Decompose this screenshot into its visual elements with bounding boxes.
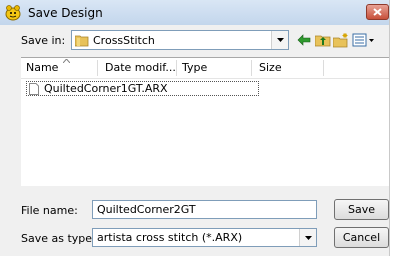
new-folder-icon	[333, 32, 348, 47]
cancel-button[interactable]: Cancel	[334, 227, 389, 248]
column-header-size[interactable]: Size	[259, 58, 282, 78]
column-header-type[interactable]: Type	[182, 58, 207, 78]
header-divider	[21, 78, 389, 79]
app-icon	[4, 4, 22, 21]
column-divider	[251, 60, 252, 76]
close-button[interactable]	[366, 4, 389, 20]
file-icon	[29, 83, 39, 95]
save-as-type-dropdown[interactable]: artista cross stitch (*.ARX)	[92, 228, 317, 247]
save-as-type-value: artista cross stitch (*.ARX)	[97, 231, 243, 244]
chevron-down-icon[interactable]	[299, 229, 316, 246]
close-icon	[373, 8, 382, 16]
save-in-label: Save in:	[21, 34, 66, 47]
save-as-type-label: Save as type:	[21, 232, 96, 245]
column-divider	[176, 60, 177, 76]
view-menu-button[interactable]	[351, 31, 377, 49]
sort-ascending-icon	[63, 59, 70, 63]
file-name-label: File name:	[21, 204, 78, 217]
column-divider	[97, 60, 98, 76]
chevron-down-icon[interactable]	[271, 31, 288, 49]
dialog-title: Save Design	[28, 6, 103, 20]
column-header-name[interactable]: Name	[26, 58, 58, 78]
up-folder-icon	[314, 35, 330, 47]
save-design-dialog: Save Design Save in: CrossStitch Name Da…	[0, 0, 390, 256]
file-list[interactable]: Name Date modif... Type Size QuiltedCorn…	[21, 57, 389, 186]
save-in-value: CrossStitch	[93, 34, 155, 47]
back-arrow-icon	[297, 34, 310, 46]
title-bar: Save Design	[0, 0, 389, 25]
save-in-dropdown[interactable]: CrossStitch	[71, 30, 289, 50]
view-menu-icon	[352, 33, 374, 47]
folder-icon	[74, 34, 89, 50]
file-name-text: QuiltedCorner1GT.ARX	[44, 82, 168, 95]
file-name-input[interactable]: QuiltedCorner2GT	[92, 200, 317, 219]
back-button[interactable]	[294, 31, 313, 49]
list-item[interactable]: QuiltedCorner1GT.ARX	[26, 81, 259, 96]
column-divider	[323, 60, 324, 76]
up-folder-button[interactable]	[313, 31, 332, 49]
new-folder-button[interactable]	[332, 31, 351, 49]
save-button[interactable]: Save	[334, 199, 389, 220]
column-header-date[interactable]: Date modif...	[105, 58, 176, 78]
